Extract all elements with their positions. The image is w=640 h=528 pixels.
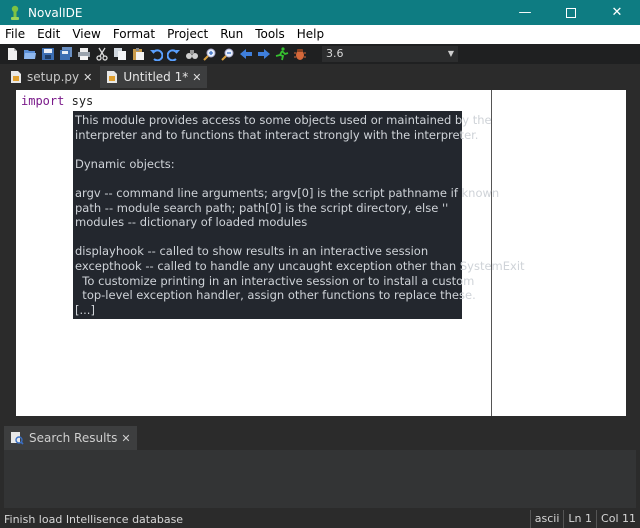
python-file-icon [11, 71, 21, 83]
tab-setup-py[interactable]: setup.py ✕ [4, 66, 98, 88]
maximize-button[interactable] [548, 0, 594, 25]
find-replace-button[interactable] [184, 46, 200, 62]
keyword: import [21, 94, 65, 108]
new-file-button[interactable] [4, 46, 20, 62]
new-file-icon [8, 48, 17, 60]
calltip-popup: This module provides access to some obje… [73, 111, 525, 319]
paste-button[interactable] [130, 46, 146, 62]
arrow-left-icon [240, 49, 252, 59]
module-name: sys [71, 94, 94, 108]
minimize-button[interactable]: — [502, 0, 548, 25]
menu-bar: File Edit View Format Project Run Tools … [0, 25, 640, 44]
calltip-line: modules -- dictionary of loaded modules [75, 215, 308, 230]
calltip-line [75, 230, 462, 245]
interpreter-version-value: 3.6 [326, 47, 344, 60]
toolbar: 3.6 ▼ [0, 44, 640, 64]
redo-icon [167, 49, 180, 61]
encoding-indicator: ascii [529, 510, 564, 528]
menu-format[interactable]: Format [107, 25, 161, 44]
zoom-out-icon [221, 48, 234, 61]
menu-help[interactable]: Help [291, 25, 330, 44]
calltip-line [75, 142, 462, 157]
open-file-button[interactable] [22, 46, 38, 62]
tab-label: setup.py [27, 70, 80, 84]
tab-label: Search Results [29, 431, 118, 445]
undo-button[interactable] [148, 46, 164, 62]
running-man-icon [275, 47, 289, 61]
copy-icon [114, 48, 126, 60]
close-tab-icon[interactable]: ✕ [192, 71, 201, 84]
print-icon [78, 48, 90, 60]
undo-icon [150, 49, 163, 61]
binoculars-icon [186, 50, 198, 59]
line-indicator: Ln 1 [563, 510, 596, 528]
chevron-down-icon: ▼ [447, 49, 454, 58]
calltip-line [75, 171, 462, 186]
calltip-line: argv -- command line arguments; argv[0] … [75, 185, 500, 200]
arrow-right-icon [258, 49, 270, 59]
print-button[interactable] [76, 46, 92, 62]
menu-view[interactable]: View [66, 25, 106, 44]
status-bar: Finish load Intellisence database ascii … [0, 510, 640, 528]
menu-project[interactable]: Project [161, 25, 214, 44]
edge-guide-line [491, 90, 492, 416]
paste-icon [133, 48, 144, 60]
redo-button[interactable] [166, 46, 182, 62]
save-icon [42, 48, 54, 60]
folder-open-icon [24, 50, 36, 59]
status-message: Finish load Intellisence database [4, 512, 184, 526]
save-button[interactable] [40, 46, 56, 62]
calltip-line: This module provides access to some obje… [75, 113, 492, 127]
back-button[interactable] [238, 46, 254, 62]
forward-button[interactable] [256, 46, 272, 62]
close-icon: ✕ [611, 5, 623, 20]
calltip-line: [...] [75, 302, 95, 317]
tab-untitled-1[interactable]: Untitled 1* ✕ [100, 66, 208, 88]
calltip-line: Dynamic objects: [75, 156, 175, 171]
calltip-line: path -- module search path; path[0] is t… [75, 200, 449, 215]
scissors-icon [96, 47, 108, 61]
interpreter-version-select[interactable]: 3.6 ▼ [322, 46, 458, 62]
calltip-line: excepthook -- called to handle any uncau… [75, 258, 525, 273]
save-all-icon [60, 47, 72, 60]
code-line-1[interactable]: import sys [21, 94, 93, 108]
column-indicator: Col 11 [596, 510, 640, 528]
maximize-icon [566, 7, 576, 18]
close-tab-icon[interactable]: ✕ [121, 432, 130, 445]
save-all-button[interactable] [58, 46, 74, 62]
close-window-button[interactable]: ✕ [594, 0, 640, 25]
tab-label: Untitled 1* [123, 70, 189, 84]
app-logo-icon [11, 5, 19, 20]
zoom-in-button[interactable] [202, 46, 218, 62]
menu-edit[interactable]: Edit [31, 25, 66, 44]
search-results-panel[interactable] [4, 450, 636, 508]
calltip-line: top-level exception handler, assign othe… [75, 288, 476, 303]
close-tab-icon[interactable]: ✕ [83, 71, 92, 84]
bottom-panel-tab-bar: Search Results ✕ [0, 424, 640, 450]
copy-button[interactable] [112, 46, 128, 62]
window-title: NovalIDE [28, 5, 83, 20]
zoom-out-button[interactable] [220, 46, 236, 62]
search-results-icon [11, 432, 24, 445]
calltip-line: interpreter and to functions that intera… [75, 127, 479, 142]
menu-run[interactable]: Run [214, 25, 249, 44]
minimize-icon: — [518, 5, 532, 20]
python-file-icon [107, 71, 118, 83]
tab-search-results[interactable]: Search Results ✕ [4, 426, 137, 450]
run-button[interactable] [274, 46, 290, 62]
menu-tools[interactable]: Tools [249, 25, 291, 44]
cut-button[interactable] [94, 46, 110, 62]
bug-icon [294, 49, 306, 60]
debug-button[interactable] [292, 46, 308, 62]
editor-tab-bar: setup.py ✕ Untitled 1* ✕ [0, 64, 640, 88]
title-bar: NovalIDE — ✕ [0, 0, 640, 25]
calltip-line: displayhook -- called to show results in… [75, 244, 429, 259]
calltip-line: To customize printing in an interactive … [75, 273, 475, 288]
zoom-in-icon [203, 48, 216, 61]
menu-file[interactable]: File [0, 25, 31, 44]
